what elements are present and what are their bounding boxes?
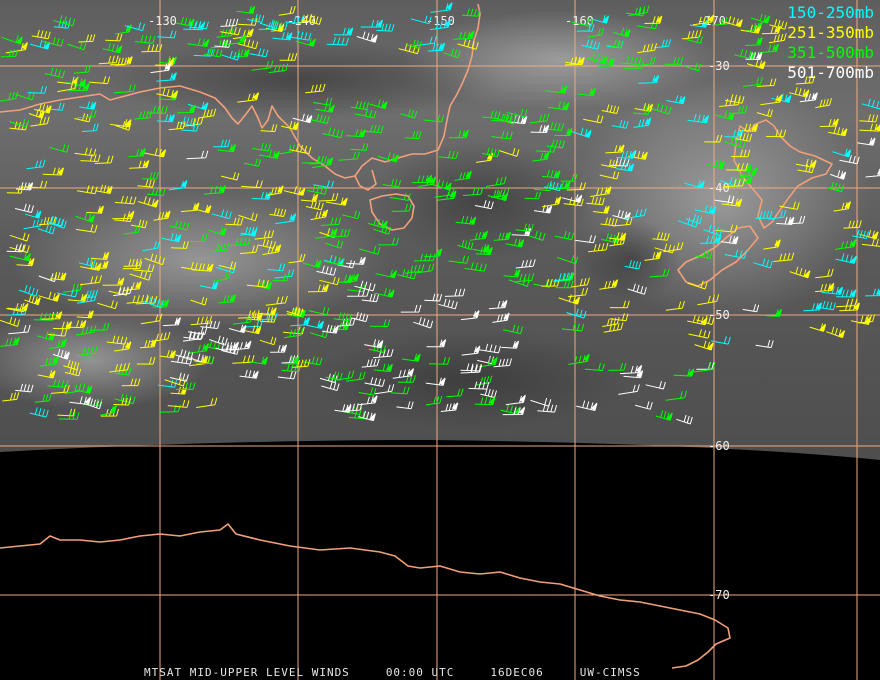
- image-caption: MTSAT MID-UPPER LEVEL WINDS 00:00 UTC 16DE…: [144, 666, 744, 679]
- lon-label-130: -130: [148, 14, 177, 28]
- legend-item-351-500mb: 351-500mb: [787, 43, 874, 62]
- caption-time: 00:00 UTC: [385, 666, 455, 679]
- lat-label-30: -30: [708, 59, 730, 73]
- caption-date: 16DEC06: [490, 666, 544, 679]
- lat-label-50: -50: [708, 308, 730, 322]
- pressure-legend: 150-250mb 251-350mb 351-500mb 501-700mb: [787, 3, 874, 83]
- lat-label-70: -70: [708, 588, 730, 602]
- legend-item-251-350mb: 251-350mb: [787, 23, 874, 42]
- legend-item-501-700mb: 501-700mb: [787, 63, 874, 82]
- lat-label-60: -60: [708, 439, 730, 453]
- legend-item-150-250mb: 150-250mb: [787, 3, 874, 22]
- caption-product: MTSAT MID-UPPER LEVEL WINDS: [144, 666, 350, 679]
- satellite-wind-map: -130 -140 -150 -160 -170 -30 -40 -50 -60…: [0, 0, 880, 680]
- caption-source: UW-CIMSS: [579, 666, 641, 679]
